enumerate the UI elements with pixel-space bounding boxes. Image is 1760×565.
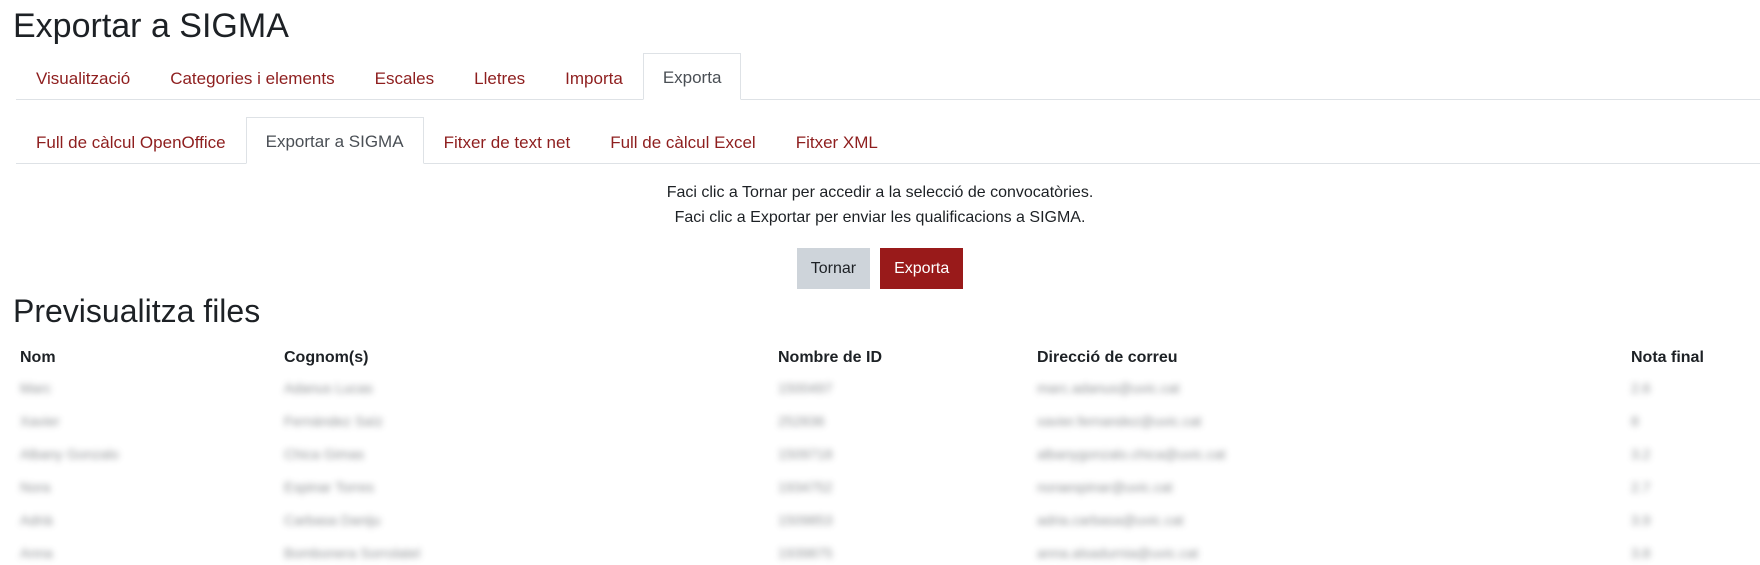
- redacted-text: 3.8: [1631, 544, 1651, 561]
- cell-nota: 2.6: [1624, 372, 1760, 405]
- page-title: Exportar a SIGMA: [13, 7, 289, 45]
- back-button[interactable]: Tornar: [796, 248, 871, 289]
- cell-email: albanygonzalo.chica@uvic.cat: [1030, 438, 1624, 471]
- redacted-text: Espinar Torres: [284, 478, 375, 495]
- cell-email: anna.alsadurnia@uvic.cat: [1030, 537, 1624, 565]
- redacted-text: 1509718: [778, 445, 833, 462]
- tab-text-net[interactable]: Fitxer de text net: [424, 119, 591, 164]
- cell-nom: Albany Gonzalo: [13, 438, 277, 471]
- cell-nom: Xavier: [13, 405, 277, 438]
- redacted-text: 2.6: [1631, 379, 1651, 396]
- column-header-cognoms: Cognom(s): [284, 349, 369, 366]
- cell-id: 1500497: [771, 372, 1030, 405]
- redacted-text: 3.2: [1631, 445, 1651, 462]
- redacted-text: Chica Gimas: [284, 445, 365, 462]
- redacted-text: Anna: [20, 544, 53, 561]
- redacted-text: Albany Gonzalo: [20, 445, 119, 462]
- tab-exporta[interactable]: Exporta: [642, 53, 742, 100]
- table-row: Adrià Carbasa Daniju 1509853 adria.carba…: [13, 504, 1760, 537]
- redacted-text: 1939875: [778, 544, 833, 561]
- redacted-text: 3.9: [1631, 511, 1651, 528]
- cell-email: adria.carbasa@uvic.cat: [1030, 504, 1624, 537]
- tab-escales[interactable]: Escales: [355, 55, 455, 100]
- cell-id: 1934752: [771, 471, 1030, 504]
- cell-email: noraespinar@uvic.cat: [1030, 471, 1624, 504]
- tab-categories-elements[interactable]: Categories i elements: [150, 55, 354, 100]
- cell-nom: Adrià: [13, 504, 277, 537]
- redacted-text: anna.alsadurnia@uvic.cat: [1037, 544, 1199, 561]
- redacted-text: marc.adanus@uvic.cat: [1037, 379, 1180, 396]
- preview-table: Nom Cognom(s) Nombre de ID Direcció de c…: [13, 344, 1760, 565]
- redacted-text: Bombonera Sorrolatel: [284, 544, 421, 561]
- cell-email: xavier.fernandez@uvic.cat: [1030, 405, 1624, 438]
- instruction-line-1: Faci clic a Tornar per accedir a la sele…: [666, 184, 1094, 201]
- table-row: Xavier Fernández Saïz 252836 xavier.fern…: [13, 405, 1760, 438]
- cell-nom: Nora: [13, 471, 277, 504]
- column-header-nom: Nom: [20, 349, 56, 366]
- cell-nota: 3.2: [1624, 438, 1760, 471]
- cell-nom: Anna: [13, 537, 277, 565]
- preview-title: Previsualitza files: [13, 293, 261, 329]
- redacted-text: 8: [1631, 412, 1639, 429]
- tab-openoffice[interactable]: Full de càlcul OpenOffice: [16, 119, 246, 164]
- tab-xml[interactable]: Fitxer XML: [776, 119, 898, 164]
- redacted-text: Carbasa Daniju: [284, 511, 381, 528]
- table-header-row: Nom Cognom(s) Nombre de ID Direcció de c…: [13, 344, 1760, 372]
- cell-id: 1509718: [771, 438, 1030, 471]
- tab-exportar-sigma[interactable]: Exportar a SIGMA: [245, 117, 424, 164]
- cell-id: 1509853: [771, 504, 1030, 537]
- table-row: Albany Gonzalo Chica Gimas 1509718 alban…: [13, 438, 1760, 471]
- redacted-text: Marc: [20, 379, 52, 396]
- redacted-text: 252836: [778, 412, 825, 429]
- column-header-email: Direcció de correu: [1037, 349, 1178, 366]
- redacted-text: Adrià: [20, 511, 53, 528]
- redacted-text: 2.7: [1631, 478, 1651, 495]
- instructions: Faci clic a Tornar per accedir a la sele…: [0, 180, 1760, 230]
- column-header-nota: Nota final: [1631, 349, 1704, 366]
- redacted-text: xavier.fernandez@uvic.cat: [1037, 412, 1202, 429]
- primary-tabs: Visualització Categories i elements Esca…: [16, 53, 1760, 100]
- redacted-text: Nora: [20, 478, 51, 495]
- column-header-id: Nombre de ID: [778, 349, 883, 366]
- cell-nota: 3.9: [1624, 504, 1760, 537]
- cell-cognoms: Fernández Saïz: [277, 405, 771, 438]
- redacted-text: 1934752: [778, 478, 833, 495]
- cell-cognoms: Chica Gimas: [277, 438, 771, 471]
- table-row: Nora Espinar Torres 1934752 noraespinar@…: [13, 471, 1760, 504]
- tab-excel[interactable]: Full de càlcul Excel: [590, 119, 776, 164]
- secondary-tabs: Full de càlcul OpenOffice Exportar a SIG…: [16, 117, 1760, 164]
- cell-cognoms: Carbasa Daniju: [277, 504, 771, 537]
- cell-id: 1939875: [771, 537, 1030, 565]
- cell-nota: 2.7: [1624, 471, 1760, 504]
- export-button[interactable]: Exporta: [880, 248, 964, 289]
- cell-cognoms: Bombonera Sorrolatel: [277, 537, 771, 565]
- redacted-text: albanygonzalo.chica@uvic.cat: [1037, 445, 1226, 462]
- cell-cognoms: Espinar Torres: [277, 471, 771, 504]
- cell-id: 252836: [771, 405, 1030, 438]
- tab-importa[interactable]: Importa: [545, 55, 643, 100]
- instruction-line-2: Faci clic a Exportar per enviar les qual…: [674, 209, 1086, 226]
- cell-cognoms: Adanus Lucas: [277, 372, 771, 405]
- table-row: Anna Bombonera Sorrolatel 1939875 anna.a…: [13, 537, 1760, 565]
- redacted-text: adria.carbasa@uvic.cat: [1037, 511, 1184, 528]
- tab-lletres[interactable]: Lletres: [454, 55, 545, 100]
- redacted-text: 1500497: [778, 379, 833, 396]
- action-buttons: Tornar Exporta: [0, 248, 1760, 289]
- cell-nota: 3.8: [1624, 537, 1760, 565]
- cell-email: marc.adanus@uvic.cat: [1030, 372, 1624, 405]
- redacted-text: 1509853: [778, 511, 833, 528]
- redacted-text: Adanus Lucas: [284, 379, 373, 396]
- page: Exportar a SIGMA Visualització Categorie…: [0, 0, 1760, 565]
- redacted-text: Fernández Saïz: [284, 412, 383, 429]
- redacted-text: Xavier: [20, 412, 60, 429]
- table-row: Marc Adanus Lucas 1500497 marc.adanus@uv…: [13, 372, 1760, 405]
- cell-nota: 8: [1624, 405, 1760, 438]
- tab-visualitzacio[interactable]: Visualització: [16, 55, 150, 100]
- redacted-text: noraespinar@uvic.cat: [1037, 478, 1173, 495]
- cell-nom: Marc: [13, 372, 277, 405]
